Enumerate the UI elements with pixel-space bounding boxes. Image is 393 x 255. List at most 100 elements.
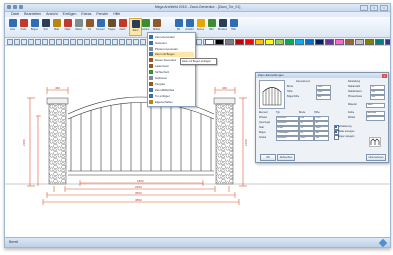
color-swatch[interactable]: [265, 39, 274, 45]
undo-icon[interactable]: [13, 5, 17, 9]
dropdown-item[interactable]: Eigenschaften: [149, 99, 194, 105]
table-cell[interactable]: Rechteck: [276, 136, 299, 142]
material-select[interactable]: Stahl: [366, 102, 385, 108]
color-swatch[interactable]: [385, 39, 390, 45]
ribbon-button-1[interactable]: Linie: [7, 18, 18, 34]
dim-label-left-height: 2150: [22, 139, 26, 146]
ribbon-button-3[interactable]: Bogen: [29, 18, 40, 34]
color-swatch[interactable]: [315, 39, 324, 45]
ribbon-button-8[interactable]: Tür: [84, 18, 95, 34]
dropdown-item[interactable]: Zaun-Generator: [149, 34, 194, 40]
toolstrip-tool-icon[interactable]: [7, 39, 13, 45]
ribbon-button-10[interactable]: Treppe: [106, 18, 117, 34]
color-swatch[interactable]: [365, 39, 374, 45]
param-label: Breite: [287, 85, 294, 88]
dropdown-item[interactable]: Gartentor: [149, 40, 194, 46]
dropdown-item-label: Gartentor: [155, 40, 167, 45]
toolstrip-tool-icon[interactable]: [133, 39, 139, 45]
garden-icon: [141, 19, 150, 27]
fence-style-icon[interactable]: [369, 137, 381, 147]
dropdown-item-icon: [149, 58, 153, 63]
ribbon-button-label: 3D: [176, 28, 181, 31]
ribbon-button-20[interactable]: Hilfe: [228, 18, 239, 34]
redo-icon[interactable]: [19, 5, 23, 9]
color-swatch[interactable]: [355, 39, 364, 45]
dropdown-item[interactable]: Zaun mit Bogen: [149, 51, 194, 58]
toolstrip-tool-icon[interactable]: [49, 39, 55, 45]
dropdown-item[interactable]: Zaun-Bibliothek: [149, 87, 194, 93]
cancel-button[interactable]: Abbrechen: [277, 154, 295, 161]
toolstrip-tool-icon[interactable]: [196, 39, 202, 45]
color-swatch[interactable]: [325, 39, 334, 45]
toolstrip-tool-icon[interactable]: [77, 39, 83, 45]
color-swatch[interactable]: [275, 39, 284, 45]
toolstrip-tool-icon[interactable]: [21, 39, 27, 45]
image-icon: [207, 19, 216, 27]
table-cell[interactable]: 150: [314, 136, 329, 142]
dim-label-gate-width: 1800: [137, 179, 144, 183]
toolstrip-tool-icon[interactable]: [91, 39, 97, 45]
sun-icon: [196, 19, 205, 27]
param-input[interactable]: 460: [370, 94, 385, 100]
toolstrip-tool-icon[interactable]: [63, 39, 69, 45]
ribbon-button-4[interactable]: Text: [40, 18, 51, 34]
dropdown-item[interactable]: Pfosten-Generator: [149, 46, 194, 52]
color-swatch[interactable]: [345, 39, 354, 45]
color-swatch[interactable]: [375, 39, 384, 45]
color-swatch[interactable]: [285, 39, 294, 45]
dropdown-item[interactable]: Gabionen: [149, 75, 194, 81]
ribbon-button-label: Treppe: [107, 28, 116, 31]
color-swatch[interactable]: [335, 39, 344, 45]
color-swatch[interactable]: [215, 39, 224, 45]
ribbon-button-2[interactable]: Kreis: [18, 18, 29, 34]
ribbon-button-17[interactable]: Sonne: [195, 18, 206, 34]
color-swatch[interactable]: [205, 39, 214, 45]
apply-button[interactable]: Übernehmen: [366, 154, 386, 161]
ribbon-button-6[interactable]: Haus: [62, 18, 73, 34]
dialog-close-button[interactable]: ×: [382, 73, 387, 78]
toolstrip-tool-icon[interactable]: [70, 39, 76, 45]
minimize-button[interactable]: _: [360, 5, 368, 11]
toolstrip-tool-icon[interactable]: [28, 39, 34, 45]
ribbon-button-label: Maß: [54, 28, 59, 31]
stairs-icon: [107, 19, 116, 27]
dropdown-item[interactable]: Tor einfügen: [149, 93, 194, 99]
color-swatch[interactable]: [225, 39, 234, 45]
table-cell[interactable]: 3500: [299, 136, 314, 142]
toolstrip-tool-icon[interactable]: [42, 39, 48, 45]
dropdown-item[interactable]: Sichtschutz: [149, 69, 194, 75]
ok-button[interactable]: OK: [260, 154, 276, 161]
toolstrip-tool-icon[interactable]: [84, 39, 90, 45]
color-swatch[interactable]: [235, 39, 244, 45]
ribbon-button-9[interactable]: Fenster: [95, 18, 106, 34]
dropdown-item[interactable]: Pergola: [149, 81, 194, 87]
maximize-button[interactable]: □: [370, 5, 378, 11]
toolstrip-tool-icon[interactable]: [105, 39, 111, 45]
ribbon-button-7[interactable]: Wand: [73, 18, 84, 34]
toolstrip-tool-icon[interactable]: [14, 39, 20, 45]
toolstrip-tool-icon[interactable]: [119, 39, 125, 45]
toolstrip-tool-icon[interactable]: [98, 39, 104, 45]
table-header: Höhe: [314, 111, 320, 114]
toolstrip-tool-icon[interactable]: [126, 39, 132, 45]
circle-icon: [19, 19, 28, 27]
color-swatch[interactable]: [245, 39, 254, 45]
ribbon-button-5[interactable]: Maß: [51, 18, 62, 34]
color-swatch[interactable]: [255, 39, 264, 45]
ribbon-button-18[interactable]: Bild: [206, 18, 217, 34]
fence-preview: [259, 80, 285, 109]
toolstrip-tool-icon[interactable]: [56, 39, 62, 45]
save-icon[interactable]: [7, 5, 11, 9]
close-button[interactable]: ×: [380, 5, 388, 11]
extra-field-input[interactable]: 0°: [366, 115, 385, 121]
toolstrip-tool-icon[interactable]: [112, 39, 118, 45]
dropdown-item-icon: [149, 46, 153, 51]
color-swatch[interactable]: [305, 39, 314, 45]
ribbon-button-19[interactable]: Drucken: [217, 18, 228, 34]
toolstrip-tool-icon[interactable]: [35, 39, 41, 45]
extra-field-label: Farbe: [348, 111, 355, 114]
toolstrip-tool-icon[interactable]: [140, 39, 146, 45]
color-swatch[interactable]: [295, 39, 304, 45]
ribbon-button-11[interactable]: Dach: [117, 18, 128, 34]
param-input[interactable]: 300: [316, 94, 331, 100]
